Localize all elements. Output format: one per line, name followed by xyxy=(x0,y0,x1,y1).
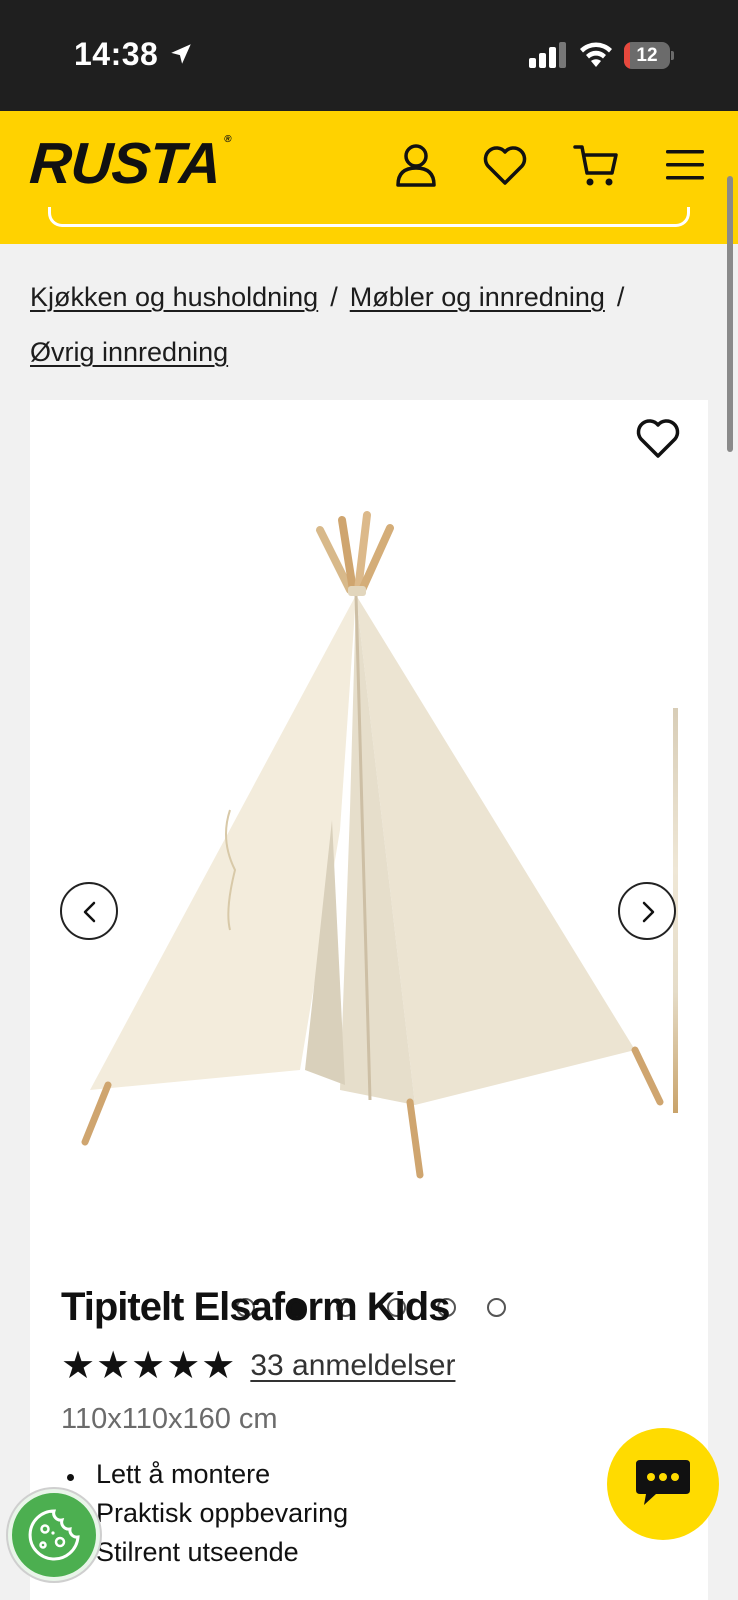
site-header: RUSTA® xyxy=(0,111,738,244)
account-icon[interactable] xyxy=(392,141,440,189)
breadcrumb-separator: / xyxy=(616,282,625,312)
favorite-heart-icon[interactable] xyxy=(633,414,683,462)
cookie-settings-button[interactable] xyxy=(8,1489,100,1581)
product-image xyxy=(81,511,664,1179)
signal-icon xyxy=(529,42,566,68)
gallery-next-button[interactable] xyxy=(618,882,676,940)
registered-mark: ® xyxy=(223,134,231,145)
battery-percentage: 12 xyxy=(636,45,658,66)
status-time: 14:38 xyxy=(74,36,159,72)
breadcrumb-separator: / xyxy=(330,282,338,312)
product-features: Lett å montere Praktisk oppbevaring Stil… xyxy=(65,1455,348,1572)
status-bar: 14:38 12 xyxy=(0,0,738,111)
logo-text: RUSTA xyxy=(27,131,223,196)
chevron-left-icon xyxy=(83,901,96,923)
cart-icon[interactable] xyxy=(572,141,620,189)
cookie-icon xyxy=(28,1509,80,1561)
product-title: Tipitelt Elsaform Kids xyxy=(61,1285,450,1329)
chevron-right-icon xyxy=(642,901,655,923)
feature-item: Praktisk oppbevaring xyxy=(65,1494,348,1533)
menu-icon[interactable] xyxy=(662,141,710,189)
location-arrow-icon xyxy=(171,44,191,64)
product-dimensions: 110x110x160 cm xyxy=(61,1403,278,1435)
feature-item: Lett å montere xyxy=(65,1455,348,1494)
search-field-edge[interactable] xyxy=(48,207,690,227)
heart-icon[interactable] xyxy=(481,141,529,189)
wifi-icon xyxy=(580,42,612,67)
chat-icon xyxy=(636,1460,690,1505)
gallery-dot[interactable] xyxy=(486,1298,506,1317)
breadcrumb: Kjøkken og husholdning / Møbler og innredn… xyxy=(30,270,710,380)
breadcrumb-link-kitchen[interactable]: Kjøkken og husholdning xyxy=(30,282,318,312)
rating-stars: ★★★★★ xyxy=(61,1345,237,1387)
product-card: Tipitelt Elsaform Kids ★★★★★ 33 anmeldel… xyxy=(30,400,708,1600)
chat-button[interactable] xyxy=(607,1428,719,1540)
battery-icon: 12 xyxy=(624,42,674,69)
rusta-logo[interactable]: RUSTA® xyxy=(28,131,231,196)
gallery-prev-button[interactable] xyxy=(60,882,118,940)
reviews-link[interactable]: 33 anmeldelser xyxy=(250,1349,455,1383)
product-rating: ★★★★★ 33 anmeldelser xyxy=(61,1346,455,1386)
page-scrollbar[interactable] xyxy=(727,176,733,452)
feature-item: Stilrent utseende xyxy=(65,1533,348,1572)
breadcrumb-link-other-interior[interactable]: Øvrig innredning xyxy=(30,337,228,367)
breadcrumb-link-furniture[interactable]: Møbler og innredning xyxy=(350,282,605,312)
